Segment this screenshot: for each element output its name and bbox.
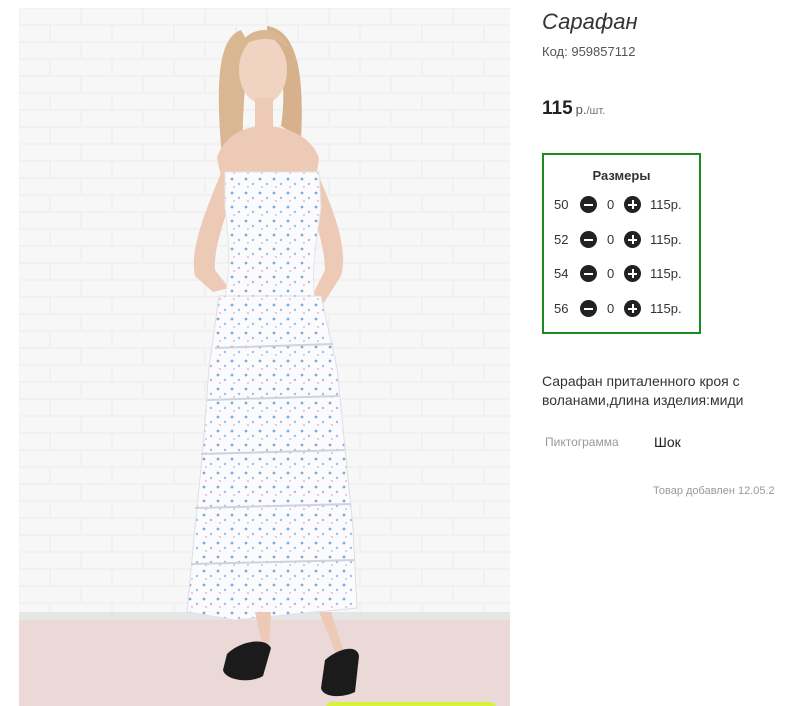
size-label: 54 bbox=[554, 266, 569, 281]
size-label: 50 bbox=[554, 197, 569, 212]
plus-icon[interactable] bbox=[624, 265, 641, 282]
price-currency: р. bbox=[575, 102, 587, 117]
product-photo-illustration bbox=[19, 8, 510, 706]
product-code-value: 959857112 bbox=[571, 44, 636, 59]
plus-icon[interactable] bbox=[624, 231, 641, 248]
product-price: 115 р./шт. bbox=[542, 98, 605, 120]
added-date: Товар добавлен 12.05.2 bbox=[653, 485, 775, 497]
quantity-value: 0 bbox=[607, 232, 615, 247]
plus-icon[interactable] bbox=[624, 196, 641, 213]
size-label: 56 bbox=[554, 301, 569, 316]
size-row: 52 0 115р. bbox=[544, 230, 699, 250]
product-code-label: Код: bbox=[542, 44, 568, 59]
plus-icon[interactable] bbox=[624, 300, 641, 317]
quantity-value: 0 bbox=[607, 266, 615, 281]
price-value: 115 bbox=[542, 98, 573, 119]
quantity-value: 0 bbox=[607, 301, 615, 316]
size-row: 54 0 115р. bbox=[544, 264, 699, 284]
size-row: 56 0 115р. bbox=[544, 299, 699, 319]
sizes-box: Размеры 50 0 115р. 52 0 115р. 54 0 115р.… bbox=[542, 153, 701, 334]
size-price: 115р. bbox=[650, 301, 682, 316]
minus-icon[interactable] bbox=[580, 231, 597, 248]
size-price: 115р. bbox=[650, 232, 682, 247]
minus-icon[interactable] bbox=[580, 265, 597, 282]
photo-action-button[interactable] bbox=[326, 702, 496, 706]
product-description: Сарафан приталенного кроя с воланами,дли… bbox=[542, 373, 744, 408]
product-code: Код: 959857112 bbox=[542, 44, 635, 59]
pictogram-value: Шок bbox=[654, 434, 681, 450]
minus-icon[interactable] bbox=[580, 196, 597, 213]
sizes-title: Размеры bbox=[592, 168, 651, 183]
size-price: 115р. bbox=[650, 197, 682, 212]
minus-icon[interactable] bbox=[580, 300, 597, 317]
pictogram-label: Пиктограмма bbox=[545, 435, 619, 449]
size-label: 52 bbox=[554, 232, 569, 247]
price-unit: /шт. bbox=[586, 105, 606, 117]
size-row: 50 0 115р. bbox=[544, 195, 699, 215]
size-price: 115р. bbox=[650, 266, 682, 281]
quantity-value: 0 bbox=[607, 197, 615, 212]
product-title: Сарафан bbox=[542, 9, 638, 34]
product-photo[interactable] bbox=[19, 8, 510, 706]
product-page: Сарафан Код: 959857112 115 р./шт. Размеры… bbox=[0, 0, 785, 706]
